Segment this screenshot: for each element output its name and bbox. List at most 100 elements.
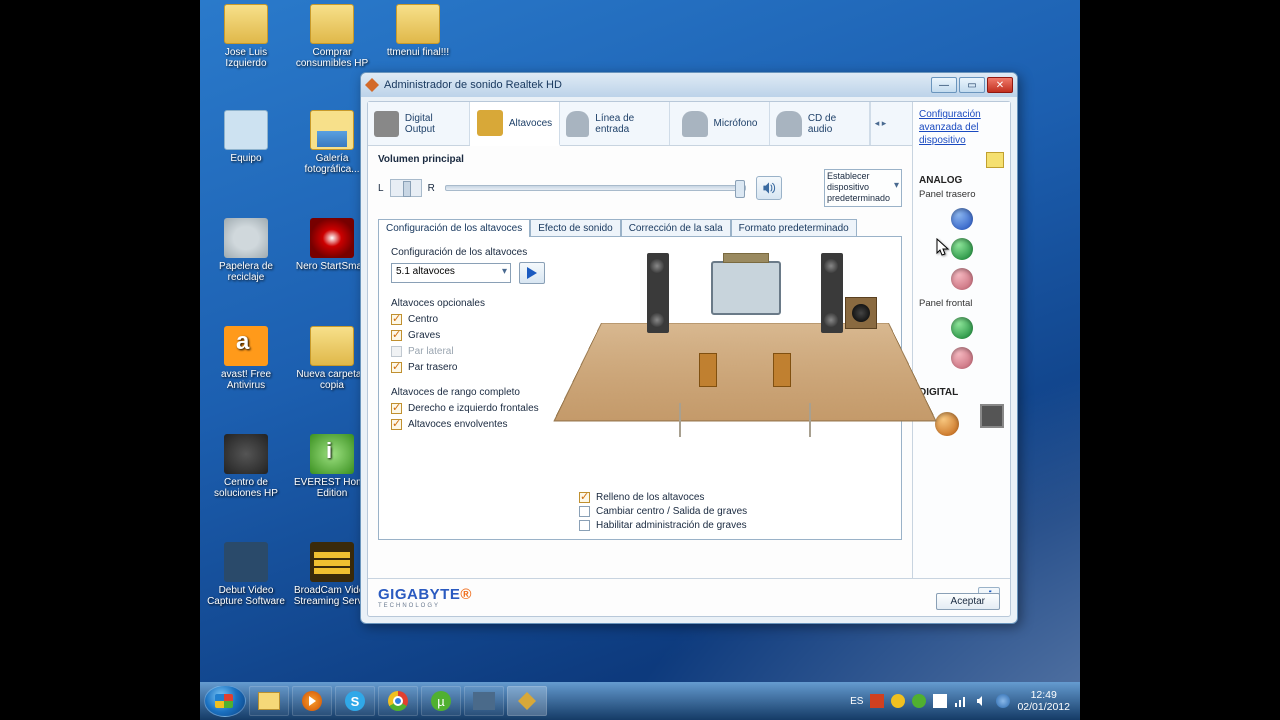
system-tray: ES 12:49 02/01/2012 (850, 689, 1076, 713)
devtab-scroll[interactable]: ◂ ▸ (870, 102, 890, 145)
icon-label: avast! Free Antivirus (221, 369, 271, 391)
desktop-icon-tmenu[interactable]: ttmenui final!!! (378, 4, 458, 58)
subtab-sound-effect[interactable]: Efecto de sonido (530, 219, 621, 237)
speaker-sound-icon (761, 180, 777, 196)
icon-label: Jose Luis Izquierdo (225, 47, 267, 69)
room-front-left-speaker[interactable] (647, 253, 669, 333)
desktop-icon-equipo[interactable]: Equipo (206, 110, 286, 164)
checkbox-icon (391, 330, 402, 341)
devtab-cdaudio[interactable]: CD de audio (770, 102, 870, 145)
devtab-digital-output[interactable]: Digital Output (368, 102, 470, 145)
room-stand-right (809, 403, 811, 437)
tray-flag-icon[interactable] (933, 694, 947, 708)
default-device-dropdown[interactable]: Establecer dispositivo predeterminado (824, 169, 902, 207)
start-button[interactable] (204, 685, 246, 717)
icon-label: Centro de soluciones HP (214, 477, 278, 499)
tray-icon-1[interactable] (870, 694, 884, 708)
desktop-icon-papelera[interactable]: Papelera de reciclaje (206, 218, 286, 283)
test-play-button[interactable] (519, 262, 545, 284)
front-panel-label: Panel frontal (919, 298, 1004, 309)
speaker-config-panel: Configuración de los altavoces 5.1 altav… (378, 236, 902, 540)
room-front-right-speaker[interactable] (821, 253, 843, 333)
desktop-icon-avast[interactable]: avast! Free Antivirus (206, 326, 286, 391)
subtab-default-format[interactable]: Formato predeterminado (731, 219, 857, 237)
desktop-icon-hp[interactable]: Centro de soluciones HP (206, 434, 286, 499)
close-button[interactable]: ✕ (987, 77, 1013, 93)
chk-graves[interactable]: Graves (391, 330, 579, 341)
window-buttons: — ▭ ✕ (931, 77, 1013, 93)
lower-options: Relleno de los altavoces Cambiar centro … (579, 489, 747, 531)
jack-digital-optical[interactable] (980, 404, 1004, 428)
chk-surround-fullrange[interactable]: Altavoces envolventes (391, 419, 579, 430)
tray-icon-4[interactable] (996, 694, 1010, 708)
chk-swap-center-sub[interactable]: Cambiar centro / Salida de graves (579, 506, 747, 517)
advanced-config-link[interactable]: Configuración avanzada del dispositivo (919, 108, 1004, 147)
tray-network-icon[interactable] (954, 694, 968, 708)
note-icon[interactable] (986, 152, 1004, 168)
jack-front-pink[interactable] (951, 347, 973, 369)
mic-icon (682, 111, 708, 137)
room-subwoofer[interactable] (845, 297, 877, 329)
jack-front-green[interactable] (951, 317, 973, 339)
balance-l: L (378, 183, 384, 194)
play-icon (309, 696, 316, 706)
icon-label: EVEREST Home Edition (294, 477, 370, 499)
analog-heading: ANALOG (919, 175, 1004, 186)
room-rear-right-speaker[interactable] (773, 353, 791, 387)
main-volume-label: Volumen principal (378, 154, 902, 165)
volume-slider[interactable] (445, 185, 746, 191)
desktop-icon-jose[interactable]: Jose Luis Izquierdo (206, 4, 286, 69)
chk-label: Par lateral (408, 346, 454, 357)
desktop-icon-comprar[interactable]: Comprar consumibles HP (292, 4, 372, 69)
room-rear-left-speaker[interactable] (699, 353, 717, 387)
mute-button[interactable] (756, 176, 782, 200)
desktop-icon-debut[interactable]: Debut Video Capture Software (206, 542, 286, 607)
volume-thumb[interactable] (735, 180, 745, 198)
balance-slider[interactable] (390, 179, 422, 197)
taskbar-explorer[interactable] (249, 686, 289, 716)
icon-label: BroadCam Video Streaming Serv... (294, 585, 371, 607)
accept-button[interactable]: Aceptar (936, 593, 1000, 610)
taskbar-app1[interactable] (464, 686, 504, 716)
subtab-room-correction[interactable]: Corrección de la sala (621, 219, 731, 237)
clock-date: 02/01/2012 (1017, 701, 1070, 713)
devtab-label: Micrófono (714, 118, 758, 129)
devtab-label: Altavoces (509, 118, 552, 129)
chk-centro[interactable]: Centro (391, 314, 579, 325)
taskbar-skype[interactable]: S (335, 686, 375, 716)
realtek-icon (365, 78, 379, 92)
tray-icon-3[interactable] (912, 694, 926, 708)
devtab-mic[interactable]: Micrófono (670, 102, 770, 145)
minimize-button[interactable]: — (931, 77, 957, 93)
desktop-screen: Jose Luis Izquierdo Comprar consumibles … (200, 0, 1080, 720)
tray-icon-2[interactable] (891, 694, 905, 708)
taskbar-realtek[interactable] (507, 686, 547, 716)
icon-label: Debut Video Capture Software (207, 585, 285, 607)
chk-front-fullrange[interactable]: Derecho e izquierdo frontales (391, 403, 579, 414)
chk-label: Relleno de los altavoces (596, 492, 704, 503)
jack-rear-pink[interactable] (951, 268, 973, 290)
taskbar-wmp[interactable] (292, 686, 332, 716)
chk-label: Derecho e izquierdo frontales (408, 403, 539, 414)
jack-rear-green[interactable] (951, 238, 973, 260)
chk-bass-management[interactable]: Habilitar administración de graves (579, 520, 747, 531)
chk-par-trasero[interactable]: Par trasero (391, 362, 579, 373)
tray-volume-icon[interactable] (975, 694, 989, 708)
speaker-config-select[interactable]: 5.1 altavoces (391, 263, 511, 283)
taskbar-clock[interactable]: 12:49 02/01/2012 (1017, 689, 1070, 713)
subtab-speaker-config[interactable]: Configuración de los altavoces (378, 219, 530, 237)
taskbar-chrome[interactable] (378, 686, 418, 716)
balance-r: R (428, 183, 435, 194)
speaker-icon (477, 110, 503, 136)
chk-par-lateral: Par lateral (391, 346, 579, 357)
checkbox-icon (391, 362, 402, 373)
devtab-altavoces[interactable]: Altavoces (470, 102, 560, 146)
taskbar-utorrent[interactable]: µ (421, 686, 461, 716)
devtab-linein[interactable]: Línea de entrada (560, 102, 670, 145)
jack-digital-coax[interactable] (935, 412, 959, 436)
maximize-button[interactable]: ▭ (959, 77, 985, 93)
chk-speaker-fill[interactable]: Relleno de los altavoces (579, 492, 747, 503)
titlebar[interactable]: Administrador de sonido Realtek HD — ▭ ✕ (361, 73, 1017, 97)
lang-indicator[interactable]: ES (850, 696, 863, 707)
jack-rear-blue[interactable] (951, 208, 973, 230)
